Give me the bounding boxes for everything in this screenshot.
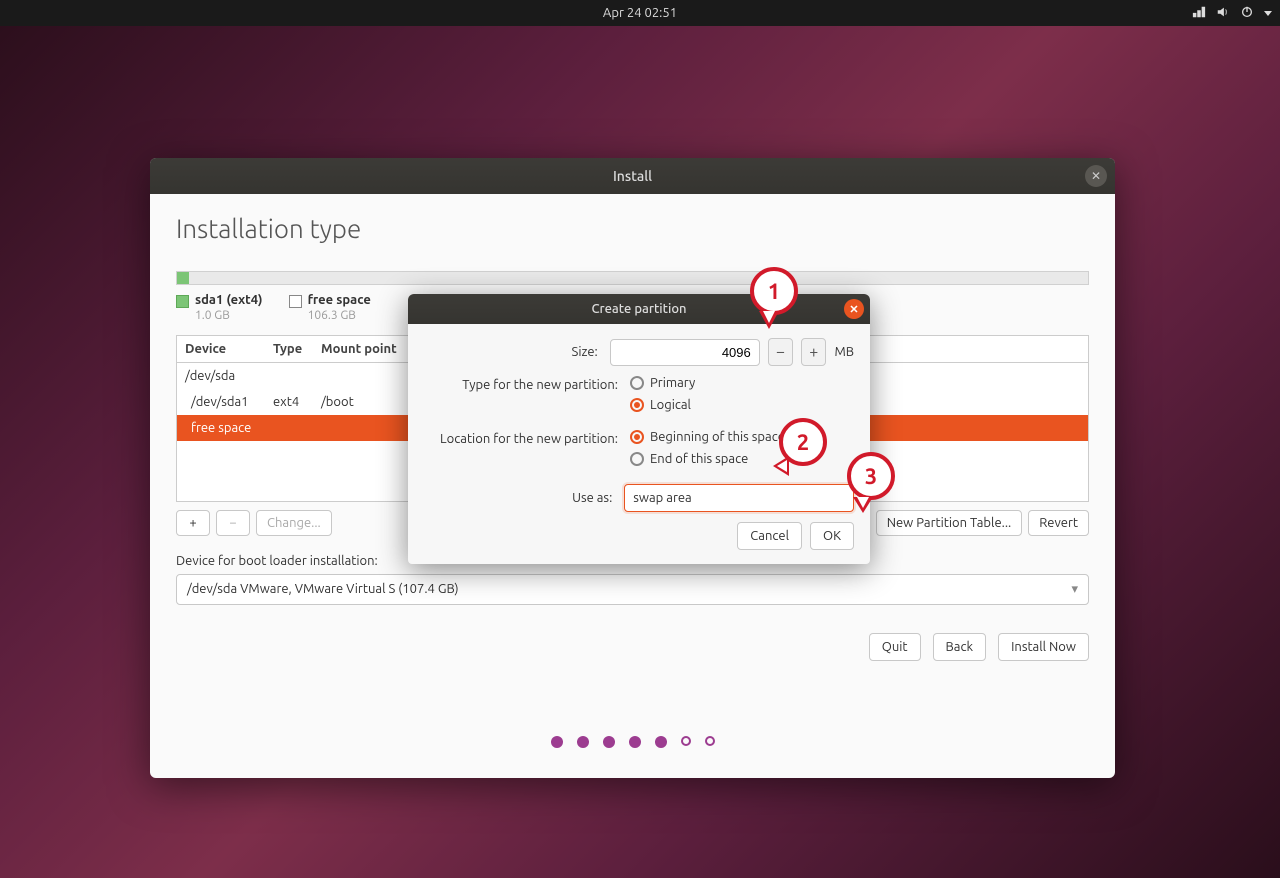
radio-icon	[630, 398, 644, 412]
radio-primary[interactable]: Primary	[630, 376, 695, 390]
annotation-bubble-3: 3	[847, 452, 895, 500]
radio-logical[interactable]: Logical	[630, 398, 695, 412]
annotation-tail-3	[853, 497, 873, 513]
pager-dot	[629, 736, 641, 748]
legend-swatch-empty	[289, 295, 302, 308]
cancel-button[interactable]: Cancel	[737, 522, 802, 550]
chevron-down-icon: ▾	[1071, 582, 1078, 597]
legend-item-free: free space 106.3 GB	[289, 293, 371, 323]
size-decrement-button[interactable]: −	[768, 338, 793, 366]
pager-dot	[705, 736, 715, 746]
use-as-dropdown[interactable]: swap area	[624, 484, 854, 512]
radio-beginning-label: Beginning of this space	[650, 430, 785, 444]
chevron-down-icon[interactable]	[1264, 11, 1272, 16]
volume-icon[interactable]	[1216, 5, 1230, 22]
system-tray[interactable]	[1192, 5, 1272, 22]
legend-swatch-green	[176, 295, 189, 308]
radio-primary-label: Primary	[650, 376, 695, 390]
size-unit: MB	[834, 345, 854, 359]
top-menu-bar: Apr 24 02:51	[0, 0, 1280, 26]
revert-button[interactable]: Revert	[1028, 510, 1089, 536]
change-partition-button[interactable]: Change...	[256, 510, 332, 536]
radio-icon	[630, 376, 644, 390]
pager-dot-current	[681, 736, 691, 746]
bootloader-device-value: /dev/sda VMware, VMware Virtual S (107.4…	[187, 582, 459, 596]
dialog-title: Create partition	[591, 302, 686, 316]
page-title: Installation type	[176, 214, 1089, 243]
add-partition-button[interactable]: +	[176, 510, 210, 536]
dialog-titlebar: Create partition ✕	[408, 294, 870, 324]
pager-dot	[577, 736, 589, 748]
annotation-tail-2	[773, 456, 789, 476]
partition-location-label: Location for the new partition:	[420, 430, 622, 446]
quit-button[interactable]: Quit	[869, 633, 921, 661]
radio-icon	[630, 430, 644, 444]
install-now-button[interactable]: Install Now	[998, 633, 1089, 661]
col-type-header: Type	[265, 336, 313, 362]
legend-free-size: 106.3 GB	[308, 309, 356, 322]
pager-dot	[551, 736, 563, 748]
col-device-header: Device	[177, 336, 265, 362]
install-titlebar: Install ✕	[150, 158, 1115, 194]
legend-sda1-name: sda1 (ext4)	[195, 293, 263, 307]
power-icon[interactable]	[1240, 5, 1254, 22]
page-indicator	[150, 736, 1115, 748]
radio-icon	[630, 452, 644, 466]
disk-segment-sda1	[177, 272, 189, 284]
back-button[interactable]: Back	[933, 633, 987, 661]
size-increment-button[interactable]: +	[801, 338, 826, 366]
pager-dot	[655, 736, 667, 748]
partition-type-label: Type for the new partition:	[420, 376, 622, 392]
use-as-label: Use as:	[420, 491, 616, 505]
ok-button[interactable]: OK	[810, 522, 854, 550]
annotation-tail-1	[759, 311, 779, 329]
bootloader-device-dropdown[interactable]: /dev/sda VMware, VMware Virtual S (107.4…	[176, 574, 1089, 605]
new-partition-table-button[interactable]: New Partition Table...	[876, 510, 1023, 536]
legend-sda1-size: 1.0 GB	[195, 309, 230, 322]
annotation-bubble-1: 1	[750, 267, 798, 315]
radio-logical-label: Logical	[650, 398, 691, 412]
network-icon[interactable]	[1192, 5, 1206, 22]
close-icon[interactable]: ✕	[844, 299, 864, 319]
radio-location-end[interactable]: End of this space	[630, 452, 785, 466]
use-as-value: swap area	[633, 491, 691, 505]
pager-dot	[603, 736, 615, 748]
install-window-title: Install	[613, 168, 652, 184]
radio-end-label: End of this space	[650, 452, 748, 466]
radio-location-beginning[interactable]: Beginning of this space	[630, 430, 785, 444]
remove-partition-button[interactable]: −	[216, 510, 250, 536]
close-icon[interactable]: ✕	[1085, 165, 1107, 187]
wizard-footer: Quit Back Install Now	[176, 633, 1089, 661]
size-input[interactable]	[610, 339, 760, 366]
legend-item-sda1: sda1 (ext4) 1.0 GB	[176, 293, 263, 323]
legend-free-name: free space	[308, 293, 371, 307]
clock-text: Apr 24 02:51	[603, 6, 677, 20]
size-label: Size:	[420, 345, 602, 359]
disk-usage-bar	[176, 271, 1089, 285]
